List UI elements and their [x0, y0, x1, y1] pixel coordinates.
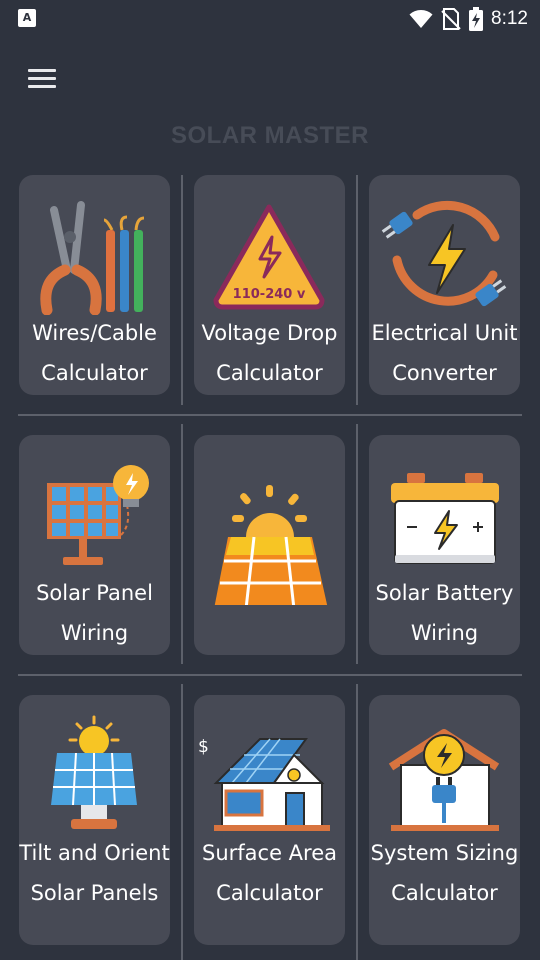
sun-solar-panel-icon — [51, 715, 137, 829]
card-wires-cable-calculator[interactable]: Wires/Cable Calculator — [19, 175, 170, 395]
card-title-line2: Calculator — [41, 361, 148, 385]
card-title-line1: Wires/Cable — [32, 321, 157, 345]
plug-lightning-icon — [381, 200, 507, 307]
card-title-line1: Voltage Drop — [201, 321, 338, 345]
divider — [181, 684, 183, 960]
card-solar-battery-wiring[interactable]: Solar Battery Wiring — [369, 435, 520, 655]
divider — [356, 424, 358, 664]
card-title-line1: Surface Area — [201, 841, 337, 865]
clock: 8:12 — [491, 8, 528, 29]
divider — [18, 674, 522, 676]
card-system-sizing-calculator[interactable]: System Sizing Calculator — [369, 695, 520, 945]
pliers-wires-icon — [40, 201, 145, 315]
card-electrical-unit-converter[interactable]: Electrical Unit Converter — [369, 175, 520, 395]
status-bar: A 8:12 — [0, 0, 540, 38]
solar-house-icon: $ — [198, 737, 330, 831]
card-title-line1: Electrical Unit — [371, 321, 518, 345]
solar-panel-bulb-icon — [47, 465, 149, 565]
status-icons: 8:12 — [409, 0, 528, 38]
card-tilt-orient-solar-panels[interactable]: Tilt and Orient Solar Panels — [19, 695, 170, 945]
divider — [18, 414, 522, 416]
card-title-line2: Wiring — [60, 621, 129, 645]
hamburger-menu-icon[interactable] — [26, 65, 58, 91]
divider — [356, 684, 358, 960]
card-title-line1: Solar Battery — [375, 581, 514, 605]
card-title-line2: Calculator — [216, 881, 323, 905]
card-title-line2: Converter — [392, 361, 497, 385]
card-title-line2: Solar Panels — [30, 881, 159, 905]
voltage-badge: 110-240 v — [233, 287, 306, 302]
wifi-icon — [409, 10, 433, 28]
divider — [181, 175, 183, 405]
sunrise-solar-panel-icon — [214, 485, 328, 605]
card-title-line1: Tilt and Orient — [19, 841, 170, 865]
card-solar-panel-wiring[interactable]: Solar Panel Wiring — [19, 435, 170, 655]
no-sim-icon — [441, 8, 461, 30]
app-title: SOLAR MASTER — [171, 122, 369, 149]
a-letter-icon: A — [18, 9, 36, 27]
dollar-sign: $ — [198, 737, 209, 757]
card-title-line2: Calculator — [391, 881, 498, 905]
card-voltage-drop-calculator[interactable]: 110-240 v Voltage Drop Calculator — [194, 175, 345, 395]
battery-charging-icon — [469, 7, 484, 31]
divider — [181, 424, 183, 664]
card-title-line2: Calculator — [216, 361, 323, 385]
voltage-warning-icon: 110-240 v — [213, 204, 325, 310]
card-title-line2: Wiring — [410, 621, 479, 645]
card-title-line1: Solar Panel — [36, 581, 153, 605]
house-plug-icon — [388, 729, 500, 831]
card-sunrise-solar-panel[interactable] — [194, 435, 345, 655]
card-title-line1: System Sizing — [370, 841, 519, 865]
card-surface-area-calculator[interactable]: $ Surface Area Calculator — [194, 695, 345, 945]
divider — [356, 175, 358, 405]
battery-icon — [391, 473, 499, 564]
